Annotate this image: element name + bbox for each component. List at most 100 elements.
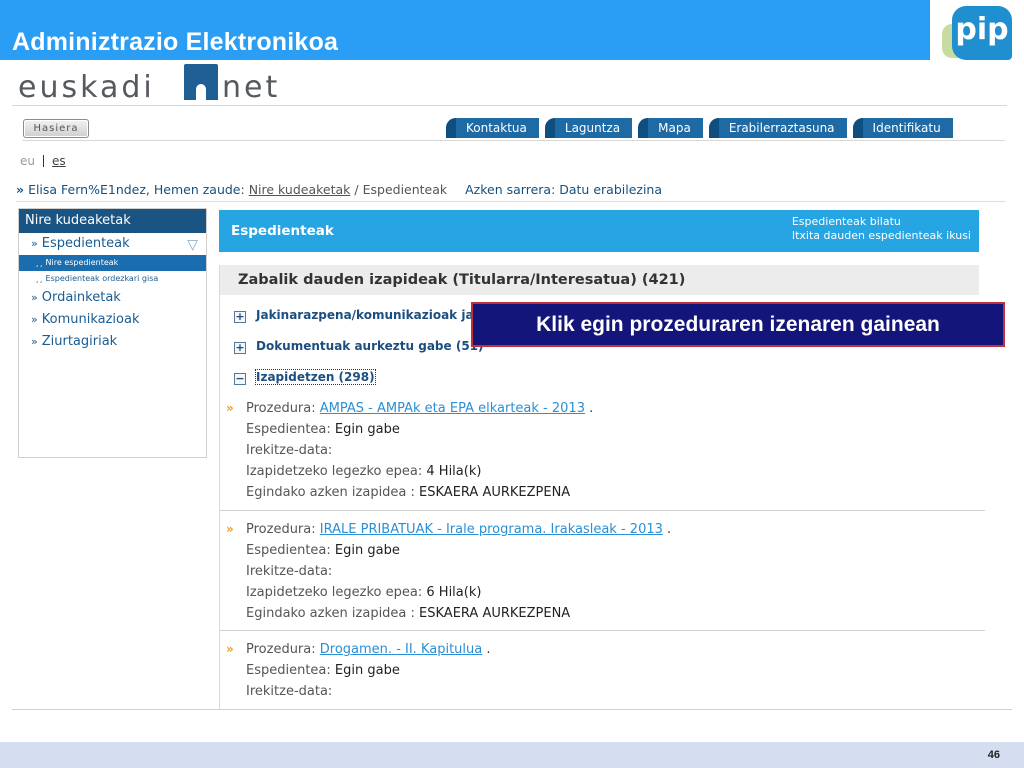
- field-label: Izapidetzeko legezko epea:: [246, 585, 423, 600]
- breadcrumb-arrow: »: [16, 182, 25, 197]
- punct: .: [667, 522, 672, 537]
- group-documents-pending[interactable]: + Dokumentuak aurkeztu gabe (51): [234, 339, 484, 354]
- language-switcher: eu es: [20, 154, 66, 168]
- field-label: Prozedura:: [246, 642, 316, 657]
- home-button[interactable]: Hasiera: [23, 119, 89, 138]
- sidebar-subitem-as-representative[interactable]: ¸¸ Espedienteak ordezkari gisa: [19, 271, 206, 287]
- procedure-entry: » Prozedura: IRALE PRIBATUAK - Irale pro…: [220, 519, 990, 624]
- euskadi-net-logo[interactable]: euskadi: [18, 70, 155, 105]
- nav-tab-map[interactable]: Mapa: [638, 118, 703, 138]
- sidebar-item-files[interactable]: » Espedienteak ▽: [19, 233, 206, 255]
- breadcrumb-link-my-tasks[interactable]: Nire kudeaketak: [249, 182, 351, 197]
- sidebar-item-label: Espedienteak: [41, 236, 130, 251]
- sidebar-heading: Nire kudeaketak: [19, 209, 206, 233]
- double-comma-icon: ¸¸: [35, 258, 43, 267]
- field-label: Irekitze-data:: [246, 443, 333, 458]
- breadcrumb-user: Elisa Fern%E1ndez, Hemen zaude:: [28, 182, 245, 197]
- breadcrumb: » Elisa Fern%E1ndez, Hemen zaude: Nire k…: [16, 182, 662, 197]
- slide-header: Adminiztrazio Elektronikoa: [0, 0, 930, 60]
- divider: [22, 140, 1005, 141]
- field-label: Prozedura:: [246, 401, 316, 416]
- instruction-callout: Klik egin prozeduraren izenaren gainean: [471, 302, 1005, 347]
- sidebar-subitem-label: Espedienteak ordezkari gisa: [45, 274, 159, 283]
- lang-separator: [43, 155, 44, 167]
- last-access: Azken sarrera: Datu erabilezina: [465, 182, 663, 197]
- divider: [12, 105, 1007, 106]
- page-title: Espedienteak: [231, 223, 334, 239]
- file-status: Egin gabe: [334, 422, 400, 437]
- lang-es-link[interactable]: es: [52, 154, 66, 168]
- search-files-link[interactable]: Espedienteak bilatu: [792, 215, 971, 229]
- entry-divider: [220, 630, 985, 631]
- sidebar-subitem-my-files[interactable]: ¸¸ Nire espedienteak: [19, 255, 206, 271]
- arrow-icon: »: [226, 401, 234, 415]
- arrow-icon: »: [226, 522, 234, 536]
- main-title-bar: Espedienteak Espedienteak bilatu Itxita …: [219, 210, 979, 252]
- collapse-icon[interactable]: −: [234, 373, 246, 385]
- arrow-icon: »: [226, 642, 234, 656]
- nav-tab-identify[interactable]: Identifikatu: [852, 118, 953, 138]
- slide: Adminiztrazio Elektronikoa pip euskadi n…: [0, 0, 1024, 768]
- slide-title: Adminiztrazio Elektronikoa: [12, 28, 339, 56]
- sidebar-item-label: Ordainketak: [41, 290, 121, 305]
- main-bar-links: Espedienteak bilatu Itxita dauden espedi…: [792, 215, 971, 243]
- procedure-entry: » Prozedura: AMPAS - AMPAk eta EPA elkar…: [220, 398, 990, 503]
- group-label[interactable]: Dokumentuak aurkeztu gabe (51): [256, 339, 484, 353]
- divider: [16, 201, 1006, 202]
- slide-footer: 46: [0, 742, 1024, 768]
- punct: .: [486, 642, 491, 657]
- browser-screenshot: euskadi net Hasiera Kontaktua Laguntza M…: [12, 60, 1012, 710]
- field-label: Egindako azken izapidea :: [246, 606, 415, 621]
- sidebar-item-certificates[interactable]: » Ziurtagiriak: [19, 331, 206, 353]
- field-label: Egindako azken izapidea :: [246, 485, 415, 500]
- group-label[interactable]: Izapidetzen (298): [255, 369, 376, 385]
- triangle-down-icon[interactable]: ▽: [187, 234, 198, 256]
- sidebar-item-label: Komunikazioak: [41, 312, 140, 327]
- expand-icon[interactable]: +: [234, 311, 246, 323]
- sidebar-item-communications[interactable]: » Komunikazioak: [19, 309, 206, 331]
- sidebar-subitem-label: Nire espedienteak: [45, 258, 119, 267]
- breadcrumb-current: Espedienteak: [362, 182, 448, 197]
- field-label: Irekitze-data:: [246, 564, 333, 579]
- field-label: Izapidetzeko legezko epea:: [246, 464, 423, 479]
- double-comma-icon: ¸¸: [35, 274, 43, 283]
- procedure-link[interactable]: IRALE PRIBATUAK - Irale programa. Irakas…: [320, 522, 663, 537]
- group-in-process[interactable]: − Izapidetzen (298): [234, 369, 376, 385]
- expand-icon[interactable]: +: [234, 342, 246, 354]
- sidebar-item-label: Ziurtagiriak: [41, 334, 118, 349]
- pip-logo: pip: [952, 6, 1012, 60]
- legal-deadline: 4 Hila(k): [426, 464, 482, 479]
- lang-eu[interactable]: eu: [20, 154, 35, 168]
- file-status: Egin gabe: [334, 543, 400, 558]
- sidebar: Nire kudeaketak » Espedienteak ▽ ¸¸ Nire …: [18, 208, 207, 458]
- nav-tab-help[interactable]: Laguntza: [544, 118, 633, 138]
- field-label: Espedientea:: [246, 543, 331, 558]
- field-label: Espedientea:: [246, 422, 331, 437]
- punct: .: [589, 401, 594, 416]
- group-label[interactable]: Jakinarazpena/komunikazioak jaso: [256, 308, 489, 322]
- field-label: Espedientea:: [246, 663, 331, 678]
- procedure-entry: » Prozedura: Drogamen. - II. Kapitulua .…: [220, 639, 990, 702]
- group-notifications[interactable]: + Jakinarazpena/komunikazioak jaso: [234, 308, 489, 323]
- open-procedures-heading: Zabalik dauden izapideak (Titularra/Inte…: [220, 265, 979, 295]
- house-icon: [184, 64, 218, 100]
- nav-tab-contact[interactable]: Kontaktua: [446, 118, 539, 138]
- double-chevron-icon: »: [31, 291, 38, 304]
- double-chevron-icon: »: [31, 335, 38, 348]
- nav-tab-accessibility[interactable]: Erabilerraztasuna: [708, 118, 847, 138]
- last-step: ESKAERA AURKEZPENA: [419, 485, 571, 500]
- page-number: 46: [987, 749, 1000, 761]
- entry-divider: [220, 510, 985, 511]
- double-chevron-icon: »: [31, 237, 38, 250]
- procedure-link[interactable]: Drogamen. - II. Kapitulua: [320, 642, 482, 657]
- closed-files-link[interactable]: Itxita dauden espedienteak ikusi: [792, 229, 971, 243]
- file-status: Egin gabe: [334, 663, 400, 678]
- legal-deadline: 6 Hila(k): [426, 585, 482, 600]
- field-label: Irekitze-data:: [246, 684, 333, 699]
- sidebar-item-payments[interactable]: » Ordainketak: [19, 287, 206, 309]
- logo-net-text[interactable]: net: [222, 70, 280, 105]
- last-step: ESKAERA AURKEZPENA: [419, 606, 571, 621]
- procedure-link[interactable]: AMPAS - AMPAk eta EPA elkarteak - 2013: [320, 401, 585, 416]
- breadcrumb-separator: /: [354, 182, 359, 197]
- field-label: Prozedura:: [246, 522, 316, 537]
